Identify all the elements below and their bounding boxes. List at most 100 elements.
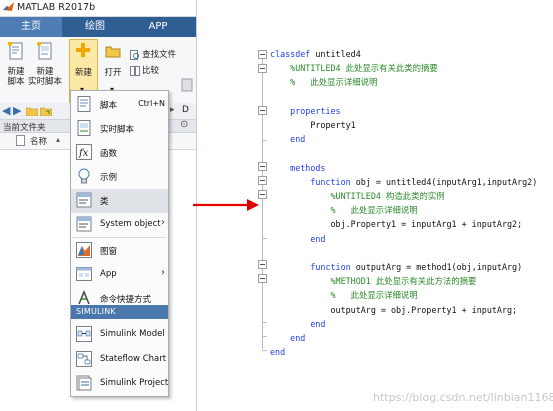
- code-line[interactable]: end: [270, 132, 305, 146]
- compare-icon: [130, 66, 140, 76]
- svg-text:fx: fx: [78, 148, 89, 159]
- menu-item-label: 脚本: [100, 101, 118, 111]
- code-comment: % 此处显示详细说明: [270, 205, 418, 216]
- menu-item-live-script[interactable]: 实时脚本: [71, 117, 168, 141]
- red-arrow-icon: [193, 199, 259, 211]
- forward-arrow-icon[interactable]: ▶: [13, 104, 21, 117]
- function-icon: fx: [76, 144, 92, 160]
- name-column-label[interactable]: 名称: [30, 135, 47, 147]
- plus-icon: [76, 43, 90, 57]
- fold-toggle-icon[interactable]: [258, 190, 267, 199]
- fold-toggle-icon[interactable]: [258, 106, 267, 115]
- tab-apps[interactable]: APP: [128, 17, 188, 37]
- code-line[interactable]: outputArg = obj.Property1 + inputArg;: [270, 303, 518, 317]
- code-comment: %UNTITLED4 构造此类的实例: [270, 191, 445, 201]
- fold-toggle-icon[interactable]: [258, 162, 267, 171]
- menu-item-label: Simulink Model: [100, 329, 165, 339]
- menu-item-label: App: [100, 269, 117, 279]
- code-keyword: end: [310, 233, 326, 244]
- address-path[interactable]: D: [182, 105, 189, 115]
- code-keyword: function: [310, 176, 351, 187]
- code-keyword: end: [270, 347, 286, 358]
- code-line[interactable]: end: [270, 317, 325, 331]
- menu-item-label: 图窗: [100, 247, 118, 257]
- code-line[interactable]: classdef untitled4: [270, 47, 361, 61]
- tab-plots[interactable]: 绘图: [64, 17, 126, 37]
- code-line[interactable]: %UNTITLED4 此处显示有关此类的摘要: [270, 61, 438, 75]
- fold-toggle-icon[interactable]: [258, 176, 267, 185]
- menu-item-class[interactable]: 类: [71, 189, 168, 213]
- code-line[interactable]: end: [270, 232, 325, 246]
- menu-item-simulink-project[interactable]: Simulink Project: [71, 372, 168, 396]
- new-script-icon: [8, 42, 23, 60]
- find-files-label: 查找文件: [142, 50, 177, 60]
- code-editor[interactable]: classdef untitled4 %UNTITLED4 此处显示有关此类的摘…: [255, 40, 553, 370]
- title-bar: MATLAB R2017b: [0, 0, 196, 17]
- panel-options-icon[interactable]: ⊙: [180, 119, 188, 130]
- menu-item-simulink-model[interactable]: Simulink Model: [71, 323, 168, 347]
- code-text: obj.Property1 = inputArg1 + inputArg2;: [270, 219, 523, 230]
- code-text: outputArg = method1(obj,inputArg): [350, 262, 523, 272]
- section-title: SIMULINK: [76, 307, 116, 316]
- open-button-label: 打开: [104, 68, 122, 78]
- menu-item-system-object[interactable]: System object ›: [71, 213, 168, 237]
- menu-item-stateflow-chart[interactable]: Stateflow Chart: [71, 348, 168, 372]
- fold-toggle-icon[interactable]: [258, 50, 267, 59]
- folder-up-icon[interactable]: [26, 106, 38, 116]
- code-text: obj = untitled4(inputArg1,inputArg2): [350, 176, 538, 187]
- code-line[interactable]: function outputArg = method1(obj,inputAr…: [270, 260, 522, 274]
- stateflow-chart-icon: [76, 351, 92, 367]
- current-folder-title: 当前文件夹: [3, 123, 46, 133]
- fold-guide-end: [262, 350, 267, 351]
- menu-item-label: Simulink Project: [100, 378, 169, 388]
- new-live-script-icon: [37, 42, 52, 60]
- menu-item-example[interactable]: 示例: [71, 165, 168, 189]
- code-line[interactable]: function obj = untitled4(inputArg1,input…: [270, 175, 537, 189]
- code-comment: %METHOD1 此处显示有关此方法的摘要: [270, 276, 477, 287]
- code-line[interactable]: % 此处显示详细说明: [270, 75, 377, 89]
- code-comment: % 此处显示详细说明: [270, 290, 418, 301]
- new-dropdown-menu: 脚本 Ctrl+N 实时脚本 fx 函数 示例 类 System object …: [70, 90, 169, 397]
- menu-item-label: 命令快捷方式: [100, 295, 152, 305]
- code-line[interactable]: % 此处显示详细说明: [270, 288, 418, 302]
- fold-toggle-icon[interactable]: [258, 274, 267, 283]
- menu-item-script[interactable]: 脚本 Ctrl+N: [71, 93, 168, 117]
- menu-item-function[interactable]: fx 函数: [71, 141, 168, 165]
- code-line[interactable]: end: [270, 345, 285, 359]
- code-comment: % 此处显示详细说明: [270, 77, 378, 88]
- path-separator-icon: ▸: [170, 105, 175, 115]
- folder-open-icon: [105, 46, 121, 58]
- code-line[interactable]: properties: [270, 104, 340, 118]
- app-icon: [76, 267, 92, 281]
- new-live-script-button[interactable]: 新建 实时脚本: [28, 40, 62, 100]
- code-line[interactable]: Property1: [270, 118, 355, 132]
- menu-item-label: 实时脚本: [100, 125, 135, 135]
- code-keyword: end: [310, 318, 326, 329]
- tab-home[interactable]: 主页: [0, 17, 62, 37]
- code-line[interactable]: %UNTITLED4 构造此类的实例: [270, 189, 445, 203]
- code-line[interactable]: %METHOD1 此处显示有关此方法的摘要: [270, 274, 477, 288]
- menu-item-label: 函数: [100, 149, 118, 159]
- sort-icon[interactable]: ▴: [56, 135, 60, 144]
- code-line[interactable]: methods: [270, 161, 325, 175]
- menu-item-shortcut: Ctrl+N: [138, 99, 165, 108]
- back-arrow-icon[interactable]: ◀: [2, 104, 10, 117]
- fold-toggle-icon[interactable]: [258, 260, 267, 269]
- code-line[interactable]: % 此处显示详细说明: [270, 203, 418, 217]
- menu-item-figure[interactable]: 图窗: [71, 239, 168, 263]
- code-line[interactable]: end: [270, 331, 305, 345]
- code-line[interactable]: obj.Property1 = inputArg1 + inputArg2;: [270, 217, 523, 231]
- submenu-arrow-icon: ›: [161, 267, 165, 278]
- menu-item-app[interactable]: App ›: [71, 263, 168, 287]
- figure-icon: [76, 242, 92, 258]
- fold-toggle-icon[interactable]: [258, 64, 267, 73]
- code-text: outputArg = obj.Property1 + inputArg;: [270, 304, 518, 315]
- code-keyword: end: [290, 333, 306, 343]
- menu-item-label: 类: [100, 197, 109, 207]
- browse-folder-icon[interactable]: [40, 106, 52, 116]
